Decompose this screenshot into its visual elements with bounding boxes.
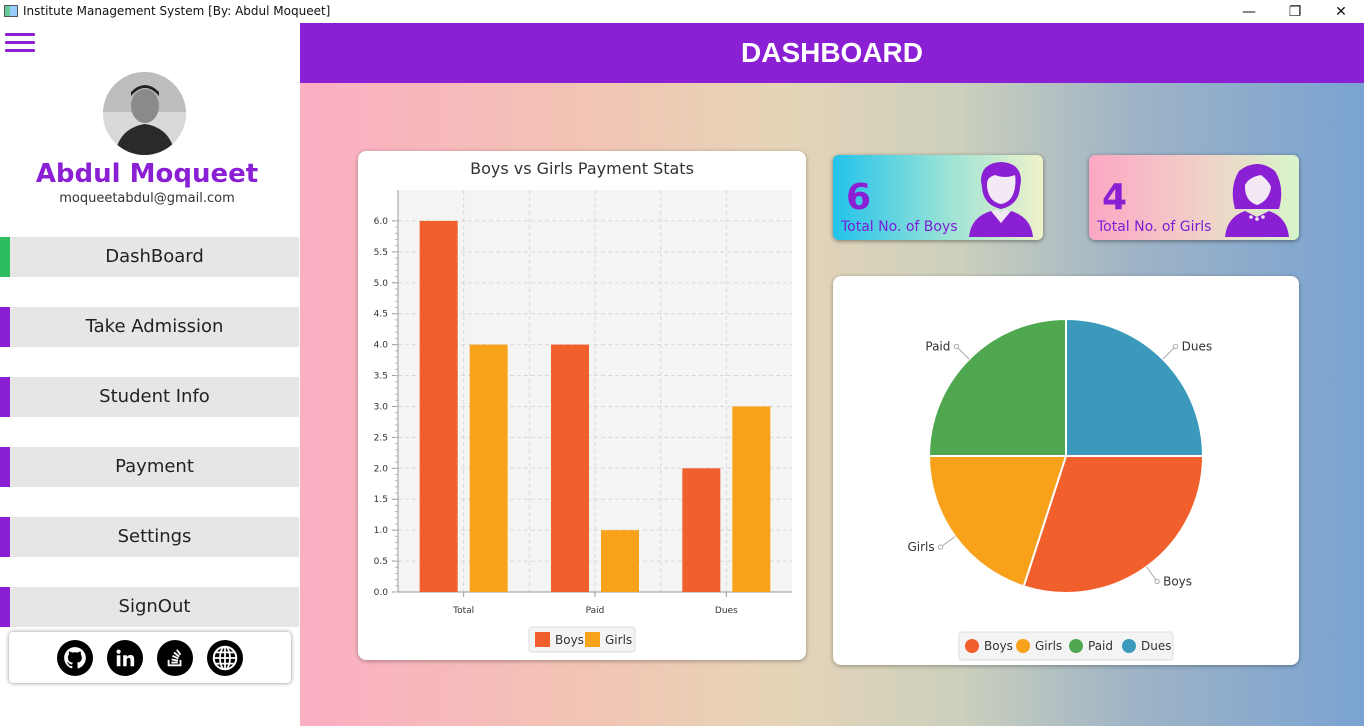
page-title: DASHBOARD — [741, 37, 923, 68]
legend-swatch-girls — [585, 632, 600, 647]
stackoverflow-icon[interactable] — [157, 640, 193, 676]
sidebar-item-student-info[interactable]: Student Info — [0, 377, 299, 417]
minimize-button[interactable]: — — [1226, 0, 1272, 23]
bar-chart: Boys vs Girls Payment Stats 0.0 0.5 1.0 1.5 2… — [374, 159, 792, 653]
bar-boys-total — [419, 220, 458, 592]
pie-chart-card: Boys Girls Paid Dues Boys Girls Paid Dues — [833, 276, 1299, 665]
total-girls-card: 4 Total No. of Girls — [1089, 155, 1299, 240]
legend-label-boys: Boys — [555, 633, 584, 647]
close-button[interactable]: ✕ — [1318, 0, 1364, 23]
legend-swatch-dues — [1122, 639, 1136, 653]
y-tick-label: 0.0 — [374, 588, 389, 598]
bar-boys-paid — [551, 344, 589, 592]
y-tick-label: 4.5 — [374, 310, 388, 320]
legend-swatch-girls — [1016, 639, 1030, 653]
y-tick-label: 2.0 — [374, 464, 389, 474]
leader-line — [1146, 566, 1158, 582]
social-links — [9, 632, 291, 683]
legend-swatch-boys — [965, 639, 979, 653]
pie-label-girls: Girls — [907, 540, 934, 554]
globe-icon[interactable] — [207, 640, 243, 676]
x-tick-label: Total — [452, 606, 474, 616]
leader-line — [940, 536, 956, 548]
user-name: Abdul Moqueet — [35, 159, 259, 189]
y-tick-label: 3.0 — [374, 402, 389, 412]
user-email: moqueetabdul@gmail.com — [59, 191, 235, 206]
item-indicator — [0, 307, 10, 347]
leader-dot — [937, 544, 944, 550]
sidebar-item-settings[interactable]: Settings — [0, 517, 299, 557]
sidebar-item-label: DashBoard — [105, 246, 204, 267]
total-boys-label: Total No. of Boys — [841, 219, 958, 235]
total-boys-value: 6 — [846, 177, 872, 218]
item-indicator — [0, 377, 10, 417]
y-tick-label: 1.5 — [374, 495, 388, 505]
leader-dot — [953, 343, 960, 350]
pie-label-paid: Paid — [925, 339, 950, 353]
legend-label-paid: Paid — [1088, 639, 1113, 653]
sidebar: Abdul Moqueet moqueetabdul@gmail.com Das… — [0, 23, 300, 726]
sidebar-item-payment[interactable]: Payment — [0, 447, 299, 487]
bar-girls-dues — [732, 406, 771, 592]
item-indicator — [0, 587, 10, 627]
item-indicator — [0, 517, 10, 557]
chart-title: Boys vs Girls Payment Stats — [470, 159, 694, 178]
bar-legend: Boys Girls — [528, 626, 636, 653]
bar-girls-paid — [601, 530, 639, 592]
bar-chart-card: Boys vs Girls Payment Stats 0.0 0.5 1.0 1.5 2… — [358, 151, 806, 660]
sidebar-item-dashboard[interactable]: DashBoard — [0, 237, 299, 277]
sidebar-item-label: Take Admission — [85, 316, 224, 337]
y-tick-label: 1.0 — [374, 526, 389, 536]
y-tick-label: 5.0 — [374, 279, 389, 289]
linkedin-icon[interactable] — [107, 640, 143, 676]
avatar — [103, 72, 186, 155]
menu-icon[interactable] — [5, 30, 35, 52]
window-titlebar: Institute Management System [By: Abdul M… — [0, 0, 1364, 23]
x-tick-label: Paid — [586, 606, 605, 616]
pie-label-boys: Boys — [1163, 574, 1192, 588]
sidebar-item-take-admission[interactable]: Take Admission — [0, 307, 299, 347]
total-boys-card: 6 Total No. of Boys — [833, 155, 1043, 240]
x-tick-label: Dues — [715, 606, 738, 616]
bar-girls-total — [469, 344, 508, 592]
github-icon[interactable] — [57, 640, 93, 676]
sidebar-item-signout[interactable]: SignOut — [0, 587, 299, 627]
y-tick-label: 3.5 — [374, 372, 388, 382]
pie-legend: Boys Girls Paid Dues — [958, 631, 1174, 661]
avatar-photo — [103, 72, 186, 155]
item-indicator — [0, 447, 10, 487]
sidebar-item-label: Payment — [115, 456, 194, 477]
leader-dot — [1172, 343, 1179, 350]
legend-swatch-paid — [1069, 639, 1083, 653]
pie-label-dues: Dues — [1182, 339, 1212, 353]
y-tick-label: 0.5 — [374, 557, 388, 567]
sidebar-item-label: Student Info — [99, 386, 210, 407]
y-tick-label: 2.5 — [374, 433, 388, 443]
male-user-icon — [969, 162, 1033, 237]
legend-label-boys: Boys — [984, 639, 1013, 653]
y-tick-label: 4.0 — [374, 341, 389, 351]
sidebar-item-label: SignOut — [118, 596, 191, 617]
legend-swatch-boys — [535, 632, 550, 647]
sidebar-item-label: Settings — [117, 526, 192, 547]
y-tick-label: 5.5 — [374, 248, 388, 258]
total-girls-value: 4 — [1102, 177, 1128, 218]
pie-chart: Boys Girls Paid Dues Boys Girls Paid Dues — [907, 317, 1212, 661]
leader-dot — [1154, 578, 1160, 585]
app-icon — [4, 5, 18, 17]
legend-label-girls: Girls — [605, 633, 632, 647]
window-title: Institute Management System [By: Abdul M… — [23, 4, 331, 18]
bar-boys-dues — [682, 468, 721, 592]
y-tick-label: 6.0 — [374, 217, 389, 227]
total-girls-label: Total No. of Girls — [1097, 219, 1212, 235]
page-header: DASHBOARD — [300, 23, 1364, 83]
maximize-button[interactable]: ❐ — [1272, 0, 1318, 23]
legend-label-dues: Dues — [1141, 639, 1171, 653]
legend-label-girls: Girls — [1035, 639, 1062, 653]
active-indicator — [0, 237, 10, 277]
female-user-icon — [1225, 164, 1289, 237]
